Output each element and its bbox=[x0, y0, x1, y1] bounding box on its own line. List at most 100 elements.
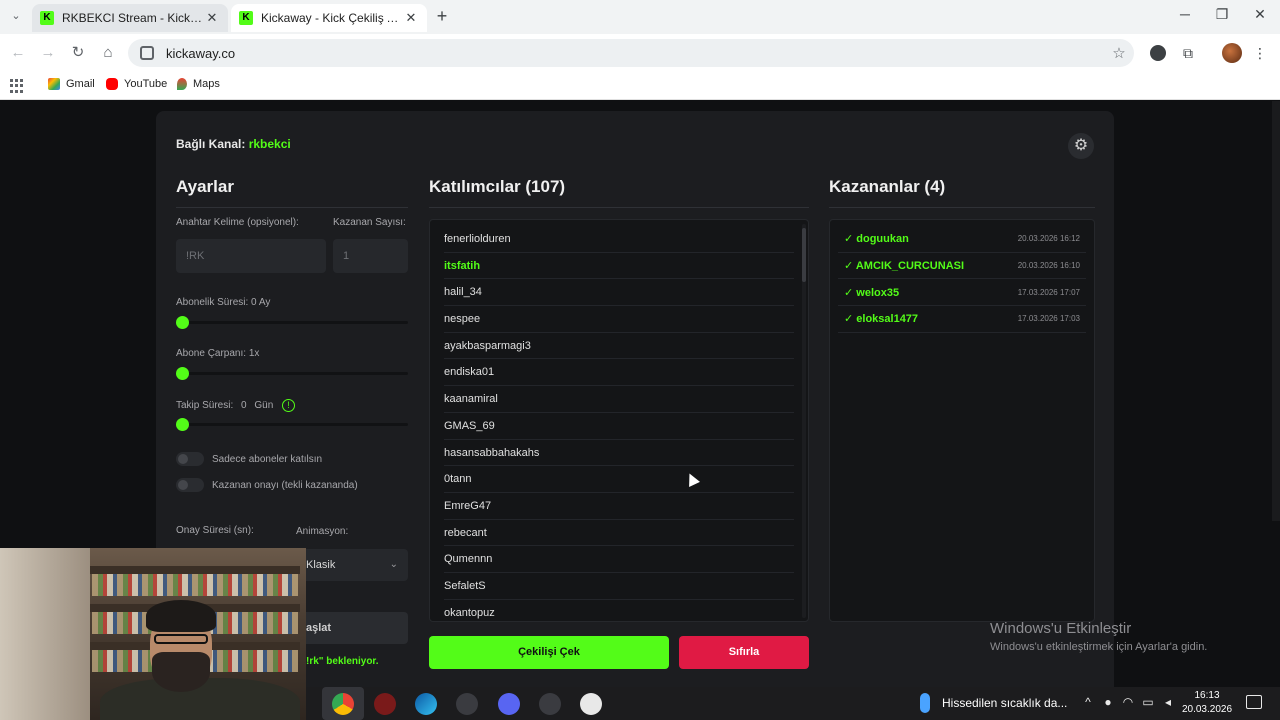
apps-grid-icon[interactable] bbox=[10, 79, 24, 93]
winner-count-input[interactable]: 1 bbox=[333, 239, 408, 273]
tab-title: RKBEKCI Stream - Kick Dashboard bbox=[62, 11, 204, 25]
winner-count-label: Kazanan Sayısı: bbox=[333, 217, 406, 228]
winner-name: ✓ eloksal1477 bbox=[844, 313, 919, 326]
sub-multiplier-label: Abone Çarpanı: 1x bbox=[176, 348, 260, 359]
window-close-icon[interactable]: ✕ bbox=[1250, 6, 1270, 23]
participant-row: GMAS_69 bbox=[444, 413, 794, 440]
battery-icon[interactable]: ▭ bbox=[1140, 695, 1156, 709]
slider-knob[interactable] bbox=[176, 367, 189, 380]
close-icon[interactable]: ✕ bbox=[204, 10, 220, 26]
address-bar[interactable]: kickaway.co ☆ bbox=[128, 39, 1134, 67]
bookmark-gmail[interactable]: Gmail bbox=[48, 78, 95, 90]
browser-menu-icon[interactable]: ⋮ bbox=[1250, 43, 1270, 63]
new-tab-button[interactable]: + bbox=[432, 7, 452, 27]
connected-channel: Bağlı Kanal: rkbekci bbox=[176, 137, 291, 151]
tab-search-icon[interactable]: ⌄ bbox=[8, 8, 24, 24]
keyword-input[interactable]: !RK bbox=[176, 239, 326, 273]
home-icon[interactable]: ⌂ bbox=[98, 43, 118, 63]
volume-icon[interactable]: ◂ bbox=[1160, 695, 1176, 709]
info-icon[interactable]: ! bbox=[282, 399, 296, 412]
minimize-icon[interactable]: ─ bbox=[1175, 6, 1195, 22]
winner-row: ✓ AMCIK_CURCUNASI 20.03.2026 16:10 bbox=[838, 253, 1086, 280]
site-info-icon[interactable] bbox=[140, 46, 154, 60]
clock-time: 16:13 bbox=[1194, 690, 1220, 701]
winners-title: Kazananlar (4) bbox=[829, 177, 1095, 208]
obs-icon[interactable] bbox=[456, 693, 478, 715]
bookmark-star-icon[interactable]: ☆ bbox=[1104, 44, 1134, 62]
tab-kickaway[interactable]: Kickaway - Kick Çekiliş Aracı ✕ bbox=[231, 4, 427, 32]
only-subs-row[interactable]: Sadece aboneler katılsın bbox=[176, 452, 322, 466]
follow-duration-label: Takip Süresi: 0 Gün ! bbox=[176, 399, 296, 412]
maps-icon bbox=[177, 78, 187, 90]
webcam-goods bbox=[92, 574, 298, 596]
winner-time: 17.03.2026 17:07 bbox=[1017, 287, 1080, 297]
animation-select[interactable]: Klasik ⌄ bbox=[296, 549, 408, 581]
participant-row: ayakbasparmagi3 bbox=[444, 333, 794, 360]
settings-gear-icon[interactable]: ⚙ bbox=[1068, 133, 1094, 159]
draw-button[interactable]: Çekilişi Çek bbox=[429, 636, 669, 669]
only-subs-label: Sadece aboneler katılsın bbox=[212, 453, 323, 465]
bookmark-label: Gmail bbox=[66, 78, 95, 90]
participants-list[interactable]: fenerliolduren itsfatih halil_34 nespee ayak… bbox=[429, 219, 809, 622]
app-icon[interactable] bbox=[374, 693, 396, 715]
follow-duration-value: 0 bbox=[241, 400, 247, 412]
webcam-wall bbox=[0, 548, 90, 720]
bookmark-label: YouTube bbox=[124, 78, 168, 90]
bookmark-youtube[interactable]: YouTube bbox=[106, 78, 167, 90]
profile-avatar[interactable] bbox=[1222, 43, 1242, 63]
microphone-icon[interactable]: ● bbox=[1100, 695, 1116, 709]
edge-icon[interactable] bbox=[415, 693, 437, 715]
notification-icon[interactable] bbox=[1246, 695, 1262, 709]
url-text: kickaway.co bbox=[166, 45, 236, 61]
follow-duration-slider[interactable] bbox=[176, 418, 408, 431]
participant-row: SefaletS bbox=[444, 573, 794, 600]
gmail-icon bbox=[48, 78, 60, 90]
webcam-person-hair bbox=[146, 600, 216, 632]
chevron-down-icon: ⌄ bbox=[389, 559, 398, 570]
winner-confirm-row[interactable]: Kazanan onayı (tekli kazananda) bbox=[176, 478, 358, 492]
tab-title: Kickaway - Kick Çekiliş Aracı bbox=[261, 11, 403, 25]
start-button[interactable]: aşlat bbox=[296, 612, 408, 644]
winner-name: ✓ doguukan bbox=[844, 233, 909, 246]
taskbar-clock[interactable]: 16:13 20.03.2026 bbox=[1178, 689, 1236, 717]
chrome-icon[interactable] bbox=[332, 693, 354, 715]
webcam-overlay bbox=[0, 548, 306, 720]
winner-row: ✓ eloksal1477 17.03.2026 17:03 bbox=[838, 306, 1086, 333]
slider-knob[interactable] bbox=[176, 316, 189, 329]
close-icon[interactable]: ✕ bbox=[403, 10, 419, 26]
reset-button[interactable]: Sıfırla bbox=[679, 636, 809, 669]
winner-name: ✓ welox35 bbox=[844, 286, 900, 299]
participant-row: Qumennn bbox=[444, 546, 794, 573]
reload-icon[interactable]: ↻ bbox=[68, 43, 88, 63]
channel-label: Bağlı Kanal: bbox=[176, 137, 246, 151]
bookmark-maps[interactable]: Maps bbox=[177, 78, 220, 90]
restore-icon[interactable]: ❐ bbox=[1212, 6, 1232, 23]
animation-value: Klasik bbox=[306, 559, 336, 571]
forward-icon[interactable]: → bbox=[38, 43, 58, 63]
tab-kick-dashboard[interactable]: RKBEKCI Stream - Kick Dashboard ✕ bbox=[32, 4, 228, 32]
page-scrollbar[interactable] bbox=[1272, 101, 1280, 521]
extension-icon[interactable] bbox=[1150, 45, 1166, 61]
slider-knob[interactable] bbox=[176, 418, 189, 431]
sub-duration-slider[interactable] bbox=[176, 316, 408, 329]
weather-text[interactable]: Hissedilen sıcaklık da... bbox=[942, 696, 1067, 710]
app-icon[interactable] bbox=[580, 693, 602, 715]
app-icon[interactable] bbox=[539, 693, 561, 715]
only-subs-toggle[interactable] bbox=[176, 452, 204, 466]
sub-multiplier-slider[interactable] bbox=[176, 367, 408, 380]
wifi-icon[interactable]: ◠ bbox=[1120, 695, 1136, 709]
watermark-title: Windows'u Etkinleştir bbox=[990, 620, 1132, 637]
tray-chevron-icon[interactable]: ^ bbox=[1080, 695, 1096, 709]
animation-label: Animasyon: bbox=[296, 526, 349, 537]
webcam-person-glasses bbox=[154, 634, 208, 644]
participant-row: nespee bbox=[444, 306, 794, 333]
watermark-subtitle: Windows'u etkinleştirmek için Ayarlar'a … bbox=[990, 641, 1208, 653]
winner-confirm-toggle[interactable] bbox=[176, 478, 204, 492]
scrollbar-track[interactable] bbox=[802, 224, 806, 618]
back-icon[interactable]: ← bbox=[8, 43, 28, 63]
navigation-bar: ← → ↻ ⌂ kickaway.co ☆ ⧉ ⋮ bbox=[0, 34, 1280, 72]
keyword-label: Anahtar Kelime (opsiyonel): bbox=[176, 217, 299, 228]
scrollbar-thumb[interactable] bbox=[802, 228, 806, 282]
discord-icon[interactable] bbox=[498, 693, 520, 715]
extensions-puzzle-icon[interactable]: ⧉ bbox=[1178, 43, 1198, 63]
